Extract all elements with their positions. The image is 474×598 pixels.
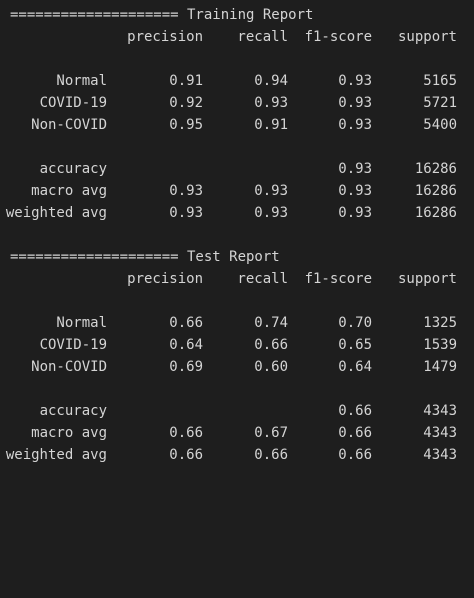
- recall-value: 0.93: [254, 95, 288, 111]
- column-header-precision: precision: [127, 271, 203, 287]
- summary-row: macro avg 0.93 0.93 0.93 16286: [10, 180, 470, 202]
- row-label: weighted avg: [5, 205, 107, 221]
- precision-value: 0.95: [169, 117, 203, 133]
- row-label: Normal: [56, 315, 107, 331]
- table-row: COVID-19 0.92 0.93 0.93 5721: [10, 92, 470, 114]
- precision-value: 0.93: [169, 205, 203, 221]
- table-row: COVID-19 0.64 0.66 0.65 1539: [10, 334, 470, 356]
- precision-value: 0.91: [169, 73, 203, 89]
- support-value: 5165: [423, 73, 457, 89]
- support-value: 16286: [414, 161, 457, 177]
- column-header-recall: recall: [237, 271, 288, 287]
- recall-value: 0.93: [254, 183, 288, 199]
- column-header-support: support: [397, 29, 457, 45]
- support-value: 16286: [414, 205, 457, 221]
- precision-value: 0.64: [169, 337, 203, 353]
- recall-value: 0.94: [254, 73, 288, 89]
- summary-row: weighted avg 0.66 0.66 0.66 4343: [6, 444, 470, 466]
- row-label: COVID-19: [39, 337, 107, 353]
- precision-value: 0.66: [169, 315, 203, 331]
- f1-score-value: 0.66: [338, 403, 372, 419]
- f1-score-value: 0.93: [338, 73, 372, 89]
- row-label: COVID-19: [39, 95, 107, 111]
- precision-value: 0.92: [169, 95, 203, 111]
- recall-value: 0.60: [254, 359, 288, 375]
- f1-score-value: 0.93: [338, 205, 372, 221]
- recall-value: 0.66: [254, 337, 288, 353]
- table-row: Normal 0.91 0.94 0.93 5165: [10, 70, 470, 92]
- row-label: accuracy: [39, 161, 107, 177]
- f1-score-value: 0.66: [338, 447, 372, 463]
- f1-score-value: 0.93: [338, 183, 372, 199]
- column-header-f1-score: f1-score: [304, 29, 372, 45]
- f1-score-value: 0.64: [338, 359, 372, 375]
- row-label: Non-COVID: [31, 359, 107, 375]
- training-column-headers: precision recall f1-score support: [10, 26, 470, 48]
- recall-value: 0.66: [254, 447, 288, 463]
- summary-row: accuracy 0.66 4343: [10, 400, 470, 422]
- table-row: Non-COVID 0.69 0.60 0.64 1479: [10, 356, 470, 378]
- support-value: 4343: [423, 447, 457, 463]
- support-value: 4343: [423, 403, 457, 419]
- support-value: 1479: [423, 359, 457, 375]
- training-report-header: ==================== Training Report: [10, 7, 314, 23]
- f1-score-value: 0.65: [338, 337, 372, 353]
- recall-value: 0.67: [254, 425, 288, 441]
- console-output: ==================== Training Report pre…: [6, 4, 470, 466]
- support-value: 1539: [423, 337, 457, 353]
- row-label: Normal: [56, 73, 107, 89]
- row-label: macro avg: [31, 183, 107, 199]
- row-label: accuracy: [39, 403, 107, 419]
- summary-row: weighted avg 0.93 0.93 0.93 16286: [6, 202, 470, 224]
- precision-value: 0.66: [169, 425, 203, 441]
- column-header-support: support: [397, 271, 457, 287]
- f1-score-value: 0.93: [338, 161, 372, 177]
- row-label: weighted avg: [5, 447, 107, 463]
- recall-value: 0.93: [254, 205, 288, 221]
- support-value: 1325: [423, 315, 457, 331]
- f1-score-value: 0.93: [338, 95, 372, 111]
- row-label: macro avg: [31, 425, 107, 441]
- summary-row: macro avg 0.66 0.67 0.66 4343: [10, 422, 470, 444]
- test-report-header: ==================== Test Report: [10, 249, 280, 265]
- column-header-precision: precision: [127, 29, 203, 45]
- f1-score-value: 0.70: [338, 315, 372, 331]
- test-column-headers: precision recall f1-score support: [10, 268, 470, 290]
- support-value: 4343: [423, 425, 457, 441]
- precision-value: 0.93: [169, 183, 203, 199]
- recall-value: 0.74: [254, 315, 288, 331]
- row-label: Non-COVID: [31, 117, 107, 133]
- table-row: Normal 0.66 0.74 0.70 1325: [10, 312, 470, 334]
- table-row: Non-COVID 0.95 0.91 0.93 5400: [10, 114, 470, 136]
- summary-row: accuracy 0.93 16286: [10, 158, 470, 180]
- support-value: 5400: [423, 117, 457, 133]
- column-header-recall: recall: [237, 29, 288, 45]
- support-value: 5721: [423, 95, 457, 111]
- f1-score-value: 0.66: [338, 425, 372, 441]
- recall-value: 0.91: [254, 117, 288, 133]
- precision-value: 0.69: [169, 359, 203, 375]
- column-header-f1-score: f1-score: [304, 271, 372, 287]
- precision-value: 0.66: [169, 447, 203, 463]
- support-value: 16286: [414, 183, 457, 199]
- f1-score-value: 0.93: [338, 117, 372, 133]
